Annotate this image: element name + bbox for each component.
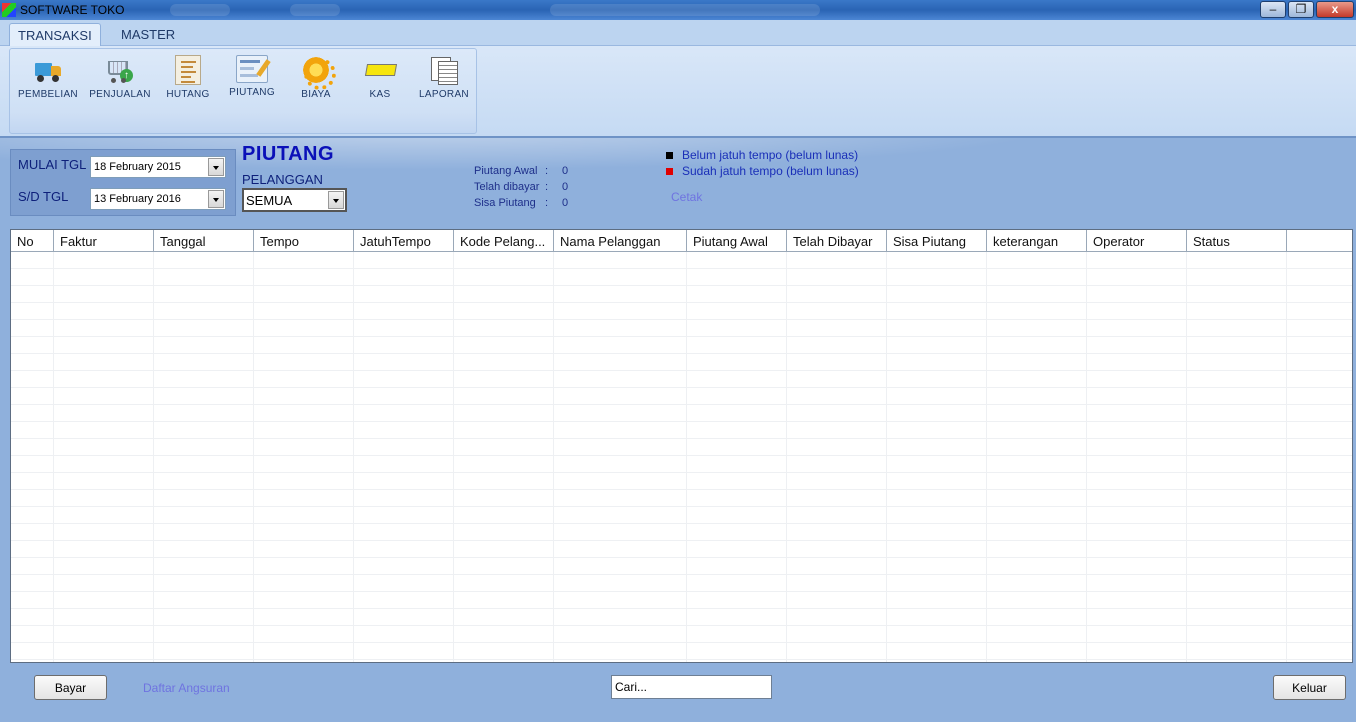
- search-input[interactable]: [611, 675, 772, 699]
- column-header-tanggal[interactable]: Tanggal: [154, 230, 254, 251]
- cash-bar-icon: [364, 55, 398, 85]
- column-divider: [253, 252, 254, 662]
- column-header-telah-dibayar[interactable]: Telah Dibayar: [787, 230, 887, 251]
- column-divider: [1186, 252, 1187, 662]
- column-divider: [1086, 252, 1087, 662]
- table-header: No Faktur Tanggal Tempo JatuhTempo Kode …: [11, 230, 1352, 252]
- summary-telah-dibayar: Telah dibayar: [474, 181, 539, 193]
- pembelian-button[interactable]: PEMBELIAN: [13, 55, 83, 103]
- hutang-button[interactable]: HUTANG: [153, 55, 223, 103]
- chevron-down-icon[interactable]: [208, 190, 224, 208]
- column-header-jatuh-tempo[interactable]: JatuhTempo: [354, 230, 454, 251]
- summary-separator: :: [545, 197, 549, 209]
- hutang-label: HUTANG: [166, 89, 210, 100]
- maximize-button[interactable]: ❐: [1288, 1, 1314, 18]
- customer-label: PELANGGAN: [242, 172, 323, 187]
- summary-value: 0: [562, 197, 569, 209]
- piutang-button[interactable]: PIUTANG: [217, 55, 287, 103]
- summary-piutang-awal: Piutang Awal: [474, 165, 537, 177]
- legend-belum-jatuh-tempo: Belum jatuh tempo (belum lunas): [682, 148, 859, 162]
- biaya-button[interactable]: BIAYA: [281, 55, 351, 103]
- legend-swatch-red: [666, 168, 673, 175]
- ribbon-tab-bar: TRANSAKSI MASTER: [0, 20, 1356, 46]
- table-body[interactable]: [11, 252, 1352, 662]
- kas-label: KAS: [369, 89, 391, 100]
- invoice-card-icon: [236, 55, 271, 83]
- print-link[interactable]: Cetak: [671, 190, 702, 204]
- customer-select[interactable]: SEMUA: [242, 188, 347, 212]
- legend-swatch-black: [666, 152, 673, 159]
- chevron-down-icon[interactable]: [208, 158, 224, 176]
- start-date-picker[interactable]: 18 February 2015: [90, 156, 226, 178]
- column-header-nama-pelanggan[interactable]: Nama Pelanggan: [554, 230, 687, 251]
- bayar-button[interactable]: Bayar: [34, 675, 107, 700]
- kas-button[interactable]: KAS: [345, 55, 415, 103]
- column-header-status[interactable]: Status: [1187, 230, 1287, 251]
- column-header-sisa-piutang[interactable]: Sisa Piutang: [887, 230, 987, 251]
- summary-separator: :: [545, 181, 549, 193]
- column-divider: [786, 252, 787, 662]
- title-bar: SOFTWARE TOKO ‒ ❐ x: [0, 0, 1356, 20]
- chevron-down-icon[interactable]: [328, 191, 344, 209]
- summary-sisa-piutang: Sisa Piutang: [474, 197, 536, 209]
- column-divider: [453, 252, 454, 662]
- truck-icon: [33, 55, 63, 85]
- column-header-kode-pelanggan[interactable]: Kode Pelang...: [454, 230, 554, 251]
- column-divider: [153, 252, 154, 662]
- summary-value: 0: [562, 165, 569, 177]
- legend-sudah-jatuh-tempo: Sudah jatuh tempo (belum lunas): [682, 164, 859, 178]
- column-divider: [553, 252, 554, 662]
- laporan-button[interactable]: LAPORAN: [409, 55, 479, 103]
- column-divider: [1286, 252, 1287, 662]
- page-title: PIUTANG: [242, 143, 335, 165]
- customer-select-value: SEMUA: [246, 193, 293, 208]
- gear-icon: [301, 55, 336, 90]
- app-logo-icon: [2, 3, 16, 17]
- column-divider: [986, 252, 987, 662]
- column-header-piutang-awal[interactable]: Piutang Awal: [687, 230, 787, 251]
- tab-transaksi[interactable]: TRANSAKSI: [9, 23, 101, 46]
- end-date-value: 13 February 2016: [94, 193, 181, 205]
- column-header-operator[interactable]: Operator: [1087, 230, 1187, 251]
- ribbon-group-transaksi: PEMBELIAN ↑ PENJUALAN HUTANG PIUTANG BIA…: [9, 48, 477, 134]
- window-title: SOFTWARE TOKO: [20, 3, 125, 17]
- titlebar-decoration: [550, 4, 820, 16]
- end-date-picker[interactable]: 13 February 2016: [90, 188, 226, 210]
- penjualan-label: PENJUALAN: [89, 89, 151, 100]
- column-header-tempo[interactable]: Tempo: [254, 230, 354, 251]
- report-pages-icon: [429, 55, 459, 85]
- pembelian-label: PEMBELIAN: [18, 89, 78, 100]
- start-date-label: MULAI TGL: [18, 157, 87, 172]
- column-divider: [353, 252, 354, 662]
- ledger-icon: [175, 55, 201, 85]
- summary-label: Telah dibayar: [474, 181, 540, 193]
- column-header-keterangan[interactable]: keterangan: [987, 230, 1087, 251]
- summary-value: 0: [562, 181, 569, 193]
- keluar-button[interactable]: Keluar: [1273, 675, 1346, 700]
- daftar-angsuran-link[interactable]: Daftar Angsuran: [143, 681, 230, 695]
- column-header-faktur[interactable]: Faktur: [54, 230, 154, 251]
- end-date-label: S/D TGL: [18, 189, 69, 204]
- receivables-table[interactable]: No Faktur Tanggal Tempo JatuhTempo Kode …: [10, 229, 1353, 663]
- minimize-button[interactable]: ‒: [1260, 1, 1286, 18]
- laporan-label: LAPORAN: [419, 89, 469, 100]
- penjualan-button[interactable]: ↑ PENJUALAN: [85, 55, 155, 103]
- summary-label: Piutang Awal: [474, 165, 538, 177]
- column-divider: [53, 252, 54, 662]
- biaya-label: BIAYA: [301, 89, 331, 100]
- column-divider: [886, 252, 887, 662]
- piutang-label: PIUTANG: [229, 87, 275, 98]
- close-button[interactable]: x: [1316, 1, 1354, 18]
- titlebar-decoration: [290, 4, 340, 16]
- summary-label: Sisa Piutang: [474, 197, 536, 209]
- shopping-cart-icon: ↑: [105, 55, 135, 85]
- titlebar-decoration: [170, 4, 230, 16]
- column-divider: [686, 252, 687, 662]
- ribbon-panel: PEMBELIAN ↑ PENJUALAN HUTANG PIUTANG BIA…: [0, 46, 1356, 138]
- column-header-no[interactable]: No: [11, 230, 54, 251]
- summary-separator: :: [545, 165, 549, 177]
- start-date-value: 18 February 2015: [94, 161, 181, 173]
- tab-master[interactable]: MASTER: [113, 23, 183, 46]
